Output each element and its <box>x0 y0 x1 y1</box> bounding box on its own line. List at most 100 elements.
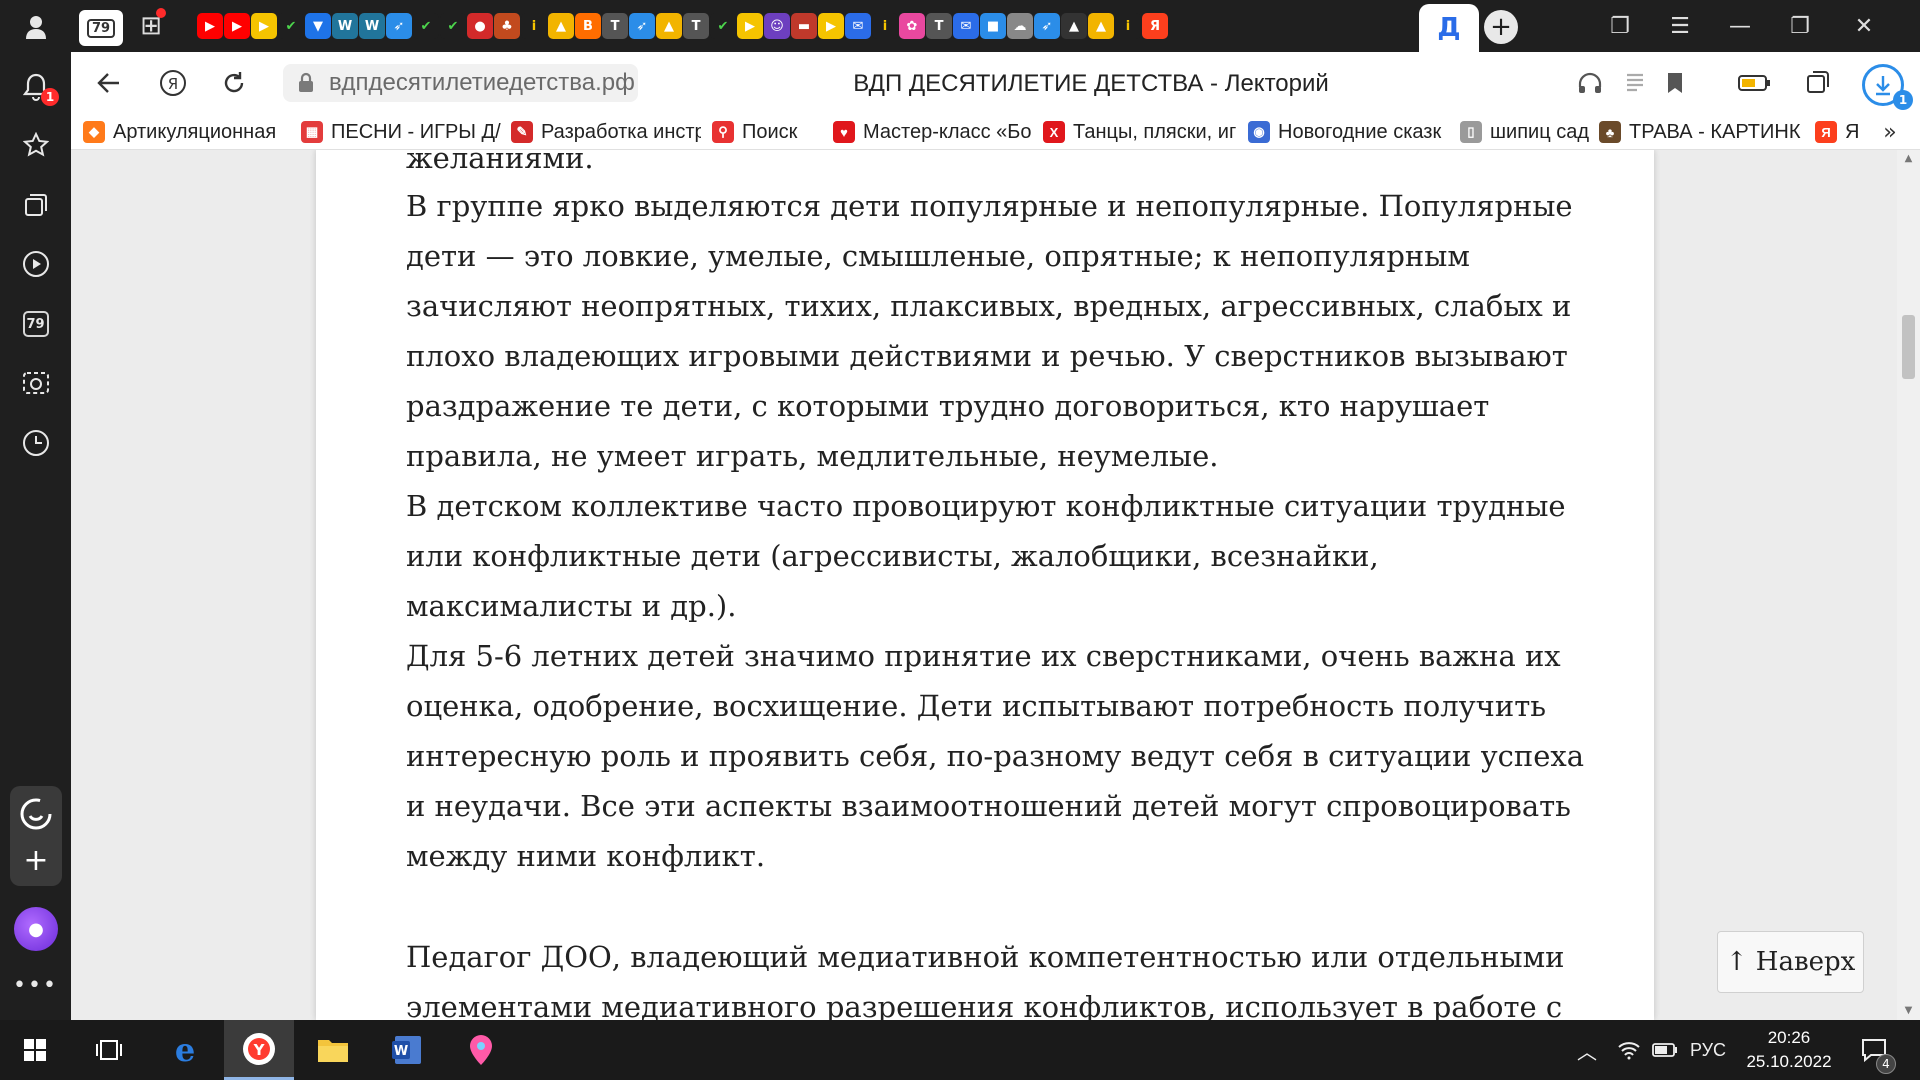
refresh-widget-icon[interactable] <box>18 796 54 832</box>
bookmark-item[interactable]: ◆ Артикуляционная <box>83 118 293 146</box>
system-clock[interactable]: 20:26 25.10.2022 <box>1734 1026 1844 1074</box>
bookmarks-overflow-icon[interactable]: » <box>1875 118 1905 146</box>
taskbar-word[interactable]: W <box>372 1020 442 1080</box>
tray-overflow-icon[interactable]: ︿ <box>1572 1020 1602 1080</box>
scroll-down-arrow-icon[interactable]: ▼ <box>1897 1002 1920 1020</box>
reload-button[interactable] <box>213 62 255 104</box>
pinned-tab-chat-icon[interactable]: ■ <box>980 13 1006 39</box>
menu-icon[interactable]: ☰ <box>1651 0 1709 52</box>
taskbar-edge[interactable]: e <box>150 1020 220 1080</box>
taskbar-yandex-browser[interactable]: Y <box>224 1020 294 1080</box>
pinned-tab-apple-icon[interactable]: ● <box>467 13 493 39</box>
start-button[interactable] <box>0 1020 70 1080</box>
pinned-tab-mail-icon[interactable]: ✉ <box>845 13 871 39</box>
pinned-tab-youtube-icon[interactable]: ▶ <box>224 13 250 39</box>
pinned-tab-play-icon[interactable]: ▶ <box>737 13 763 39</box>
reload-icon <box>224 72 244 93</box>
pinned-tab-bird-icon[interactable]: ➶ <box>629 13 655 39</box>
task-view-button[interactable] <box>74 1020 144 1080</box>
url-field[interactable]: вдпдесятилетиедетства.рф <box>283 64 638 102</box>
pinned-tab-info-icon[interactable]: i <box>872 13 898 39</box>
tree-icon: ♣ <box>1599 121 1621 143</box>
pinned-tab-play-icon[interactable]: ▶ <box>251 13 277 39</box>
pinned-tab-car-icon[interactable]: ▬ <box>791 13 817 39</box>
bookmark-icon[interactable] <box>1656 64 1694 102</box>
bookmark-item[interactable]: X Танцы, пляски, иг <box>1043 118 1239 146</box>
pinned-tab-person-icon[interactable]: ☺ <box>764 13 790 39</box>
reader-headphones-icon[interactable] <box>1571 64 1609 102</box>
pinned-tab-play-icon[interactable]: ▶ <box>818 13 844 39</box>
pinned-tab-flower-icon[interactable]: ✿ <box>899 13 925 39</box>
bookmark-item[interactable]: ЯЯ <box>1815 118 1875 146</box>
pinned-tab-cloud-icon[interactable]: ☁ <box>1007 13 1033 39</box>
page-scrollbar[interactable]: ▲ ▼ <box>1897 150 1920 1020</box>
pinned-tab-info-icon[interactable]: i <box>521 13 547 39</box>
minimize-button[interactable]: — <box>1711 0 1769 52</box>
reading-mode-icon[interactable] <box>1616 64 1654 102</box>
pinned-tab-bird-icon[interactable]: ➶ <box>386 13 412 39</box>
bookmark-item[interactable]: ✎ Разработка инстр <box>511 118 701 146</box>
pinned-tab-photo-icon[interactable]: ▲ <box>548 13 574 39</box>
taskbar-maps[interactable] <box>446 1020 516 1080</box>
pinned-tab-check-icon[interactable]: ✔ <box>440 13 466 39</box>
profile-icon[interactable] <box>0 2 71 52</box>
pinned-tab-info-icon[interactable]: i <box>1115 13 1141 39</box>
pinned-tab-text-icon[interactable]: T <box>683 13 709 39</box>
taskbar-file-explorer[interactable] <box>298 1020 368 1080</box>
add-widget-icon[interactable]: + <box>18 842 54 878</box>
bookmark-item[interactable]: ▦ ПЕСНИ - ИГРЫ Д/ <box>301 118 503 146</box>
article-paragraph: В детском коллективе часто провоцируют к… <box>406 489 1566 623</box>
bookmark-item[interactable]: ▯ шипиц сад <box>1460 118 1590 146</box>
pinned-tab-yandex-icon[interactable]: Я <box>1142 13 1168 39</box>
pinned-tab-shield-icon[interactable]: ▼ <box>305 13 331 39</box>
bookmark-item[interactable]: ♣ ТРАВА - КАРТИНК <box>1599 118 1809 146</box>
pinned-tab-check-icon[interactable]: ✔ <box>413 13 439 39</box>
pinned-tab-youtube-icon[interactable]: ▶ <box>197 13 223 39</box>
battery-icon[interactable] <box>1648 1020 1682 1080</box>
favorites-button[interactable] <box>0 120 71 170</box>
restore-button[interactable]: ❐ <box>1771 0 1829 52</box>
pinned-tab-mountain-icon[interactable]: ▲ <box>1061 13 1087 39</box>
pinned-tab-text-icon[interactable]: T <box>602 13 628 39</box>
battery-saver-icon[interactable] <box>1735 64 1773 102</box>
pinned-tab-wordpress-icon[interactable]: W <box>359 13 385 39</box>
wifi-icon[interactable] <box>1612 1020 1646 1080</box>
bookmark-item[interactable]: ◉ Новогодние сказк <box>1248 118 1450 146</box>
extensions-icon[interactable] <box>1798 64 1836 102</box>
pinned-tab-blogger-icon[interactable]: B <box>575 13 601 39</box>
yandex-home-button[interactable]: Я <box>152 62 194 104</box>
pinned-tab-wordpress-icon[interactable]: W <box>332 13 358 39</box>
browser-sidebar: 1 79 + ● ••• <box>0 0 71 1020</box>
screenshot-button[interactable] <box>0 358 71 408</box>
back-button[interactable] <box>88 62 130 104</box>
pinned-tab-game-icon[interactable]: ♣ <box>494 13 520 39</box>
scroll-up-arrow-icon[interactable]: ▲ <box>1897 150 1920 168</box>
collections-button[interactable] <box>0 180 71 230</box>
yandex-browser-icon: Y <box>243 1032 275 1065</box>
scroll-to-top-button[interactable]: ↑ Наверх <box>1717 931 1864 993</box>
pinned-tab-photo-icon[interactable]: ▲ <box>656 13 682 39</box>
bookmark-item[interactable]: ♥ Мастер-класс «Бо <box>833 118 1033 146</box>
collections-icon <box>24 194 47 216</box>
pinned-tab-check-icon[interactable]: ✔ <box>710 13 736 39</box>
scrollbar-thumb[interactable] <box>1902 315 1915 379</box>
bookmark-item[interactable]: ⚲ Поиск <box>712 118 824 146</box>
tabs-counter-button[interactable]: 79 <box>0 299 71 349</box>
more-icon[interactable]: ••• <box>0 960 71 1010</box>
history-button[interactable] <box>0 418 71 468</box>
tab-manager-icon[interactable]: ❐ <box>1591 0 1649 52</box>
pinned-tab-check-icon[interactable]: ✔ <box>278 13 304 39</box>
notifications-button[interactable]: 1 <box>0 62 71 112</box>
pinned-tab-photo-icon[interactable]: ▲ <box>1088 13 1114 39</box>
map-pin-icon <box>470 1035 492 1065</box>
language-indicator[interactable]: РУС <box>1686 1020 1730 1080</box>
pinned-tab-bird-icon[interactable]: ➶ <box>1034 13 1060 39</box>
video-button[interactable] <box>0 239 71 289</box>
pinned-tab-mail-icon[interactable]: ✉ <box>953 13 979 39</box>
alice-assistant-icon[interactable]: ● <box>14 907 58 951</box>
pinned-tab-text-icon[interactable]: T <box>926 13 952 39</box>
tab-active[interactable]: Д <box>1419 4 1479 52</box>
close-window-button[interactable]: ✕ <box>1835 0 1893 52</box>
tab-counter-button[interactable]: 79 <box>79 10 123 46</box>
new-tab-button[interactable]: + <box>1484 10 1518 44</box>
